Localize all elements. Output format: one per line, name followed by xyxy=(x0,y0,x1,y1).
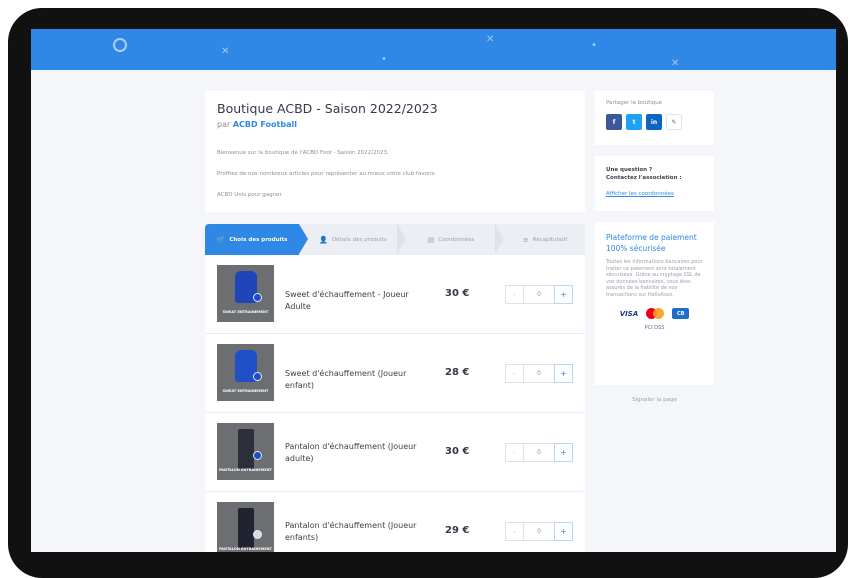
product-image: SWEAT ENTRAINEMENT xyxy=(217,344,274,401)
product-name: Sweet d'échauffement (Joueur enfant) xyxy=(285,369,407,390)
product-image: PANTALON ENTRAINEMENT xyxy=(217,502,274,552)
contact-label: Contactez l'association : xyxy=(606,175,682,181)
quantity-input[interactable]: 0 xyxy=(524,443,554,462)
club-logo-icon xyxy=(253,372,262,381)
quantity-stepper: - 0 + xyxy=(505,522,573,541)
share-card: Partager la boutique f t in ✎ xyxy=(595,91,714,145)
increment-button[interactable]: + xyxy=(554,285,573,304)
pci-badge: PCI DSS xyxy=(644,325,665,331)
shop-owner: par ACBD Football xyxy=(217,120,573,129)
payment-description: Toutes les informations bancaires pour t… xyxy=(606,259,703,298)
header-banner: ✕ ✕ ✕ • • xyxy=(31,29,836,70)
visa-icon: VISA xyxy=(619,309,639,318)
pants-icon xyxy=(238,429,254,469)
linkedin-icon[interactable]: in xyxy=(646,114,662,130)
id-card-icon: ▤ xyxy=(427,235,435,244)
share-buttons: f t in ✎ xyxy=(606,114,703,130)
facebook-icon[interactable]: f xyxy=(606,114,622,130)
product-row: SWEAT ENTRAINEMENT Sweet d'échauffement … xyxy=(205,334,585,413)
owner-link[interactable]: ACBD Football xyxy=(233,120,297,129)
tab-summary[interactable]: ≡ Récapitulatif xyxy=(505,224,585,255)
contact-question: Une question ? xyxy=(606,167,653,173)
tab-product-choice[interactable]: 🛒 Choix des produits xyxy=(205,224,299,255)
decrement-button[interactable]: - xyxy=(505,364,524,383)
decorative-cross: ✕ xyxy=(221,46,230,57)
decorative-ring xyxy=(113,38,127,52)
quantity-input[interactable]: 0 xyxy=(524,364,554,383)
link-icon[interactable]: ✎ xyxy=(666,114,682,130)
report-page-link[interactable]: Signaler la page xyxy=(595,397,714,403)
product-image: SWEAT ENTRAINEMENT xyxy=(217,265,274,322)
quantity-input[interactable]: 0 xyxy=(524,522,554,541)
tab-product-details[interactable]: 👤 Détails des produits xyxy=(309,224,397,255)
quantity-stepper: - 0 + xyxy=(505,443,573,462)
payment-title: Plateforme de paiement 100% sécurisée xyxy=(606,233,697,253)
cart-icon: 🛒 xyxy=(216,235,226,244)
step-arrow xyxy=(495,224,504,254)
decorative-cross: ✕ xyxy=(671,58,680,69)
payment-logos: VISA CB xyxy=(606,308,703,319)
image-caption: SWEAT ENTRAINEMENT xyxy=(222,310,269,314)
product-price: 28 € xyxy=(445,367,470,378)
user-icon: 👤 xyxy=(319,235,328,244)
shop-description-line: Profitez de nos nombreux articles pour r… xyxy=(217,171,437,177)
mastercard-icon xyxy=(646,308,665,319)
quantity-stepper: - 0 + xyxy=(505,285,573,304)
quantity-input[interactable]: 0 xyxy=(524,285,554,304)
payment-card: Plateforme de paiement 100% sécurisée To… xyxy=(595,222,714,385)
club-logo-icon xyxy=(253,451,262,460)
step-arrow xyxy=(397,224,406,254)
increment-button[interactable]: + xyxy=(554,443,573,462)
page-title: Boutique ACBD - Saison 2022/2023 xyxy=(217,101,438,116)
image-caption: PANTALON ENTRAINEMENT xyxy=(219,468,272,472)
product-name: Pantalon d'échauffement (Joueur enfants) xyxy=(285,521,417,542)
increment-button[interactable]: + xyxy=(554,364,573,383)
shop-info-card: Boutique ACBD - Saison 2022/2023 par ACB… xyxy=(205,91,585,212)
product-list: SWEAT ENTRAINEMENT Sweet d'échauffement … xyxy=(205,255,585,552)
product-price: 30 € xyxy=(445,446,470,457)
product-row: PANTALON ENTRAINEMENT Pantalon d'échauff… xyxy=(205,413,585,492)
tab-coordinates[interactable]: ▤ Coordonnées xyxy=(407,224,495,255)
decorative-dot: • xyxy=(591,40,597,51)
checkout-steps: 🛒 Choix des produits 👤 Détails des produ… xyxy=(205,224,585,255)
list-icon: ≡ xyxy=(522,235,529,244)
tab-label: Détails des produits xyxy=(331,236,387,243)
product-price: 29 € xyxy=(445,525,470,536)
shop-description-line: ACBD Unis pour gagner xyxy=(217,192,282,198)
browser-screen: ✕ ✕ ✕ • • Boutique ACBD - Saison 2022/20… xyxy=(31,29,836,552)
decorative-dot: • xyxy=(381,54,387,65)
product-name: Sweet d'échauffement - Joueur Adulte xyxy=(285,290,409,311)
tab-label: Récapitulatif xyxy=(532,236,568,243)
image-caption: SWEAT ENTRAINEMENT xyxy=(222,389,269,393)
pants-icon xyxy=(238,508,254,548)
cb-icon: CB xyxy=(672,308,690,319)
club-logo-icon xyxy=(253,530,262,539)
decrement-button[interactable]: - xyxy=(505,443,524,462)
show-contact-link[interactable]: Afficher les coordonnées xyxy=(606,191,703,197)
decrement-button[interactable]: - xyxy=(505,522,524,541)
tab-label: Choix des produits xyxy=(229,236,288,243)
shop-description-line: Bienvenue sur la boutique de l'ACBD Foot… xyxy=(217,150,389,156)
product-image: PANTALON ENTRAINEMENT xyxy=(217,423,274,480)
quantity-stepper: - 0 + xyxy=(505,364,573,383)
contact-card: Une question ? Contactez l'association :… xyxy=(595,156,714,211)
product-row: SWEAT ENTRAINEMENT Sweet d'échauffement … xyxy=(205,255,585,334)
step-arrow xyxy=(299,224,308,254)
product-row: PANTALON ENTRAINEMENT Pantalon d'échauff… xyxy=(205,492,585,552)
image-caption: PANTALON ENTRAINEMENT xyxy=(219,547,272,551)
twitter-icon[interactable]: t xyxy=(626,114,642,130)
tab-label: Coordonnées xyxy=(438,236,475,243)
product-price: 30 € xyxy=(445,288,470,299)
product-name: Pantalon d'échauffement (Joueur adulte) xyxy=(285,442,417,463)
share-label: Partager la boutique xyxy=(606,100,663,106)
club-logo-icon xyxy=(253,293,262,302)
decrement-button[interactable]: - xyxy=(505,285,524,304)
increment-button[interactable]: + xyxy=(554,522,573,541)
decorative-cross: ✕ xyxy=(486,34,495,45)
owner-prefix: par xyxy=(217,120,231,129)
